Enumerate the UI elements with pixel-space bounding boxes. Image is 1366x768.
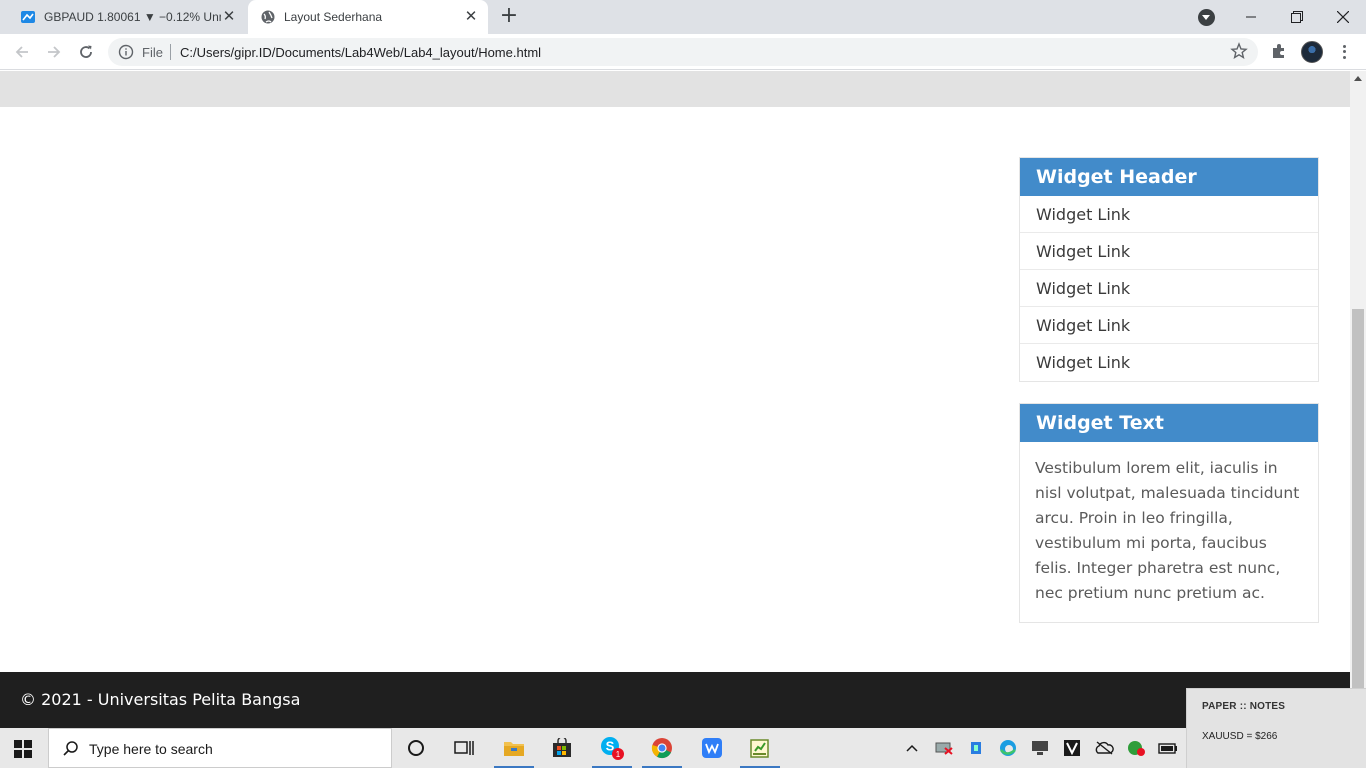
skype-badge: 1 xyxy=(616,750,621,759)
new-tab-button[interactable]: + xyxy=(498,5,520,28)
tray-app-v-icon[interactable] xyxy=(1062,738,1082,758)
divider xyxy=(170,44,171,60)
chrome-icon[interactable] xyxy=(640,728,684,768)
widget-links: Widget Header Widget Link Widget Link Wi… xyxy=(1019,157,1319,382)
scrollbar-thumb[interactable] xyxy=(1352,309,1364,689)
task-view-icon[interactable] xyxy=(442,728,486,768)
forward-arrow-icon xyxy=(48,46,61,58)
tray-app-icon[interactable] xyxy=(934,738,954,758)
widget-link[interactable]: Widget Link xyxy=(1020,307,1318,344)
search-placeholder: Type here to search xyxy=(89,741,213,757)
extensions-puzzle-icon[interactable] xyxy=(1270,42,1288,60)
wps-office-icon[interactable] xyxy=(690,728,734,768)
notes-title: PAPER :: NOTES xyxy=(1202,701,1286,712)
tab-gbpaud[interactable]: GBPAUD 1.80061 ▼ −0.12% Unnamed ✕ xyxy=(10,0,246,34)
reload-icon xyxy=(80,45,92,58)
bookmark-star-icon[interactable] xyxy=(1230,42,1248,60)
tab-title: Layout Sederhana xyxy=(284,10,383,24)
skype-icon[interactable]: S1 xyxy=(590,728,634,768)
tray-security-icon[interactable] xyxy=(1126,738,1146,758)
widget-link[interactable]: Widget Link xyxy=(1020,344,1318,381)
microsoft-store-icon[interactable] xyxy=(540,728,584,768)
tray-battery-icon[interactable] xyxy=(1158,738,1178,758)
globe-icon xyxy=(261,10,275,24)
info-icon[interactable] xyxy=(118,44,134,60)
tray-monitor-icon[interactable] xyxy=(1030,738,1050,758)
address-bar[interactable]: File C:/Users/gipr.ID/Documents/Lab4Web/… xyxy=(108,38,1258,66)
back-arrow-icon xyxy=(15,46,28,58)
vertical-scrollbar[interactable] xyxy=(1350,71,1366,728)
sidebar: Widget Header Widget Link Widget Link Wi… xyxy=(1019,157,1319,644)
widget-body-text: Vestibulum lorem elit, iaculis in nisl v… xyxy=(1035,459,1300,602)
file-explorer-icon[interactable] xyxy=(492,728,536,768)
reload-button[interactable] xyxy=(72,38,100,66)
notes-body: XAUUSD = $266 xyxy=(1202,731,1278,742)
restore-icon xyxy=(1291,11,1303,23)
tab-close-icon[interactable]: ✕ xyxy=(463,9,479,25)
tray-onedrive-offline-icon[interactable] xyxy=(1094,738,1114,758)
notes-popup: PAPER :: NOTES XAUUSD = $266 xyxy=(1186,688,1366,768)
tab-layout-sederhana[interactable]: Layout Sederhana ✕ xyxy=(248,0,488,34)
notes-app-icon[interactable] xyxy=(738,728,782,768)
widget-text: Widget Text Vestibulum lorem elit, iacul… xyxy=(1019,403,1319,623)
widget-link[interactable]: Widget Link xyxy=(1020,233,1318,270)
widget-link[interactable]: Widget Link xyxy=(1020,270,1318,307)
tray-network-app-icon[interactable] xyxy=(966,738,986,758)
cortana-icon[interactable] xyxy=(394,728,438,768)
search-icon xyxy=(63,741,78,756)
tray-edge-icon[interactable] xyxy=(998,738,1018,758)
profile-avatar[interactable] xyxy=(1301,41,1323,63)
page-nav-bar xyxy=(0,71,1350,107)
windows-start-icon[interactable] xyxy=(14,740,32,758)
taskbar-search-input[interactable]: Type here to search xyxy=(48,728,392,768)
tradingview-icon xyxy=(21,11,35,23)
tab-title: GBPAUD 1.80061 ▼ −0.12% Unnamed xyxy=(44,10,221,24)
tray-chevron-up-icon[interactable] xyxy=(902,738,922,758)
windows-taskbar: Type here to search S1 xyxy=(0,728,1186,768)
browser-menu-icon[interactable] xyxy=(1336,42,1352,62)
page-viewport: Widget Header Widget Link Widget Link Wi… xyxy=(0,71,1350,728)
tab-strip: GBPAUD 1.80061 ▼ −0.12% Unnamed ✕ Layout… xyxy=(0,0,1366,34)
url-text[interactable]: C:/Users/gipr.ID/Documents/Lab4Web/Lab4_… xyxy=(180,45,541,60)
widget-header: Widget Header xyxy=(1020,158,1318,196)
tab-search-icon[interactable] xyxy=(1198,9,1215,26)
minimize-icon xyxy=(1246,16,1256,18)
scheme-label: File xyxy=(142,45,163,60)
close-icon xyxy=(1337,11,1349,23)
browser-toolbar: File C:/Users/gipr.ID/Documents/Lab4Web/… xyxy=(0,34,1366,70)
minimize-button[interactable] xyxy=(1228,0,1274,34)
close-window-button[interactable] xyxy=(1320,0,1366,34)
page-footer: © 2021 - Universitas Pelita Bangsa xyxy=(0,672,1350,728)
widget-link[interactable]: Widget Link xyxy=(1020,196,1318,233)
scroll-up-arrow-icon[interactable] xyxy=(1354,76,1362,81)
back-button[interactable] xyxy=(8,38,36,66)
tab-close-icon[interactable]: ✕ xyxy=(221,9,237,25)
restore-button[interactable] xyxy=(1274,0,1320,34)
widget-header: Widget Text xyxy=(1020,404,1318,442)
forward-button[interactable] xyxy=(40,38,68,66)
